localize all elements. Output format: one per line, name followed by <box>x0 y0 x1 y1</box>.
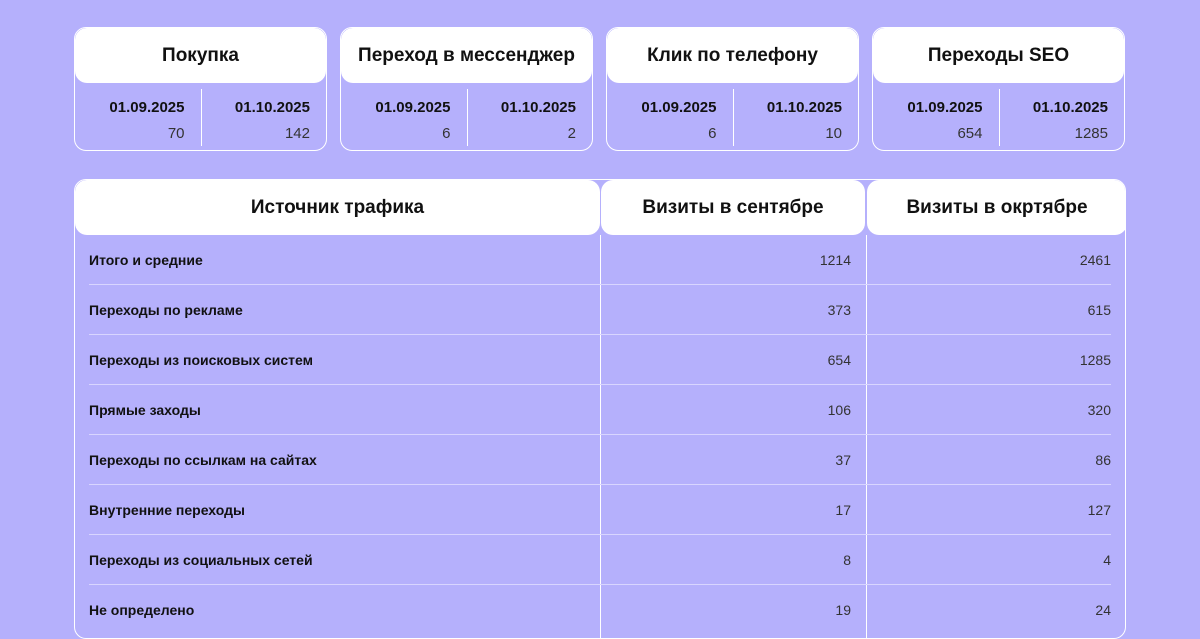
table-row: Прямые заходы 106 320 <box>75 385 1125 435</box>
table-row: Итого и средние 1214 2461 <box>75 235 1125 285</box>
kpi-date: 01.09.2025 <box>907 99 983 116</box>
cell-september: 106 <box>827 402 851 418</box>
traffic-table: Источник трафика Визиты в сентябре Визит… <box>74 179 1126 639</box>
table-row: Переходы из социальных сетей 8 4 <box>75 535 1125 585</box>
kpi-col-sep: 01.09.2025 6 <box>341 83 467 150</box>
kpi-col-oct: 01.10.2025 2 <box>467 83 593 150</box>
kpi-col-sep: 01.09.2025 70 <box>75 83 201 150</box>
kpi-col-sep: 01.09.2025 6 <box>607 83 733 150</box>
kpi-card-title: Покупка <box>75 28 326 83</box>
kpi-card-body: 01.09.2025 70 01.10.2025 142 <box>75 83 326 150</box>
table-row: Переходы по рекламе 373 615 <box>75 285 1125 335</box>
cell-september: 654 <box>827 352 851 368</box>
table-body: Итого и средние 1214 2461 Переходы по ре… <box>75 235 1125 635</box>
cell-september: 17 <box>835 502 851 518</box>
kpi-col-oct: 01.10.2025 1285 <box>999 83 1125 150</box>
cell-october: 4 <box>1103 552 1111 568</box>
cell-source: Переходы из социальных сетей <box>89 552 313 568</box>
cell-october: 24 <box>1095 602 1111 618</box>
kpi-value: 142 <box>284 125 310 142</box>
cell-september: 373 <box>827 302 851 318</box>
kpi-date: 01.10.2025 <box>766 99 842 116</box>
kpi-date: 01.10.2025 <box>500 99 576 116</box>
column-header-september: Визиты в сентябре <box>601 180 865 235</box>
kpi-card-title: Клик по телефону <box>607 28 858 83</box>
table-row: Внутренние переходы 17 127 <box>75 485 1125 535</box>
table-row: Переходы из поисковых систем 654 1285 <box>75 335 1125 385</box>
kpi-value: 654 <box>957 125 983 142</box>
kpi-value: 10 <box>825 125 842 142</box>
cell-october: 127 <box>1087 502 1111 518</box>
cell-source: Прямые заходы <box>89 402 201 418</box>
cell-october: 86 <box>1095 452 1111 468</box>
table-row: Переходы по ссылкам на сайтах 37 86 <box>75 435 1125 485</box>
cell-source: Переходы по ссылкам на сайтах <box>89 452 317 468</box>
cell-october: 615 <box>1087 302 1111 318</box>
kpi-value: 6 <box>442 125 451 142</box>
cell-september: 19 <box>835 602 851 618</box>
kpi-date: 01.09.2025 <box>109 99 185 116</box>
kpi-date: 01.10.2025 <box>234 99 310 116</box>
kpi-col-oct: 01.10.2025 10 <box>733 83 859 150</box>
kpi-date: 01.09.2025 <box>641 99 717 116</box>
cell-september: 8 <box>843 552 851 568</box>
cell-october: 1285 <box>1079 352 1111 368</box>
kpi-card-purchase: Покупка 01.09.2025 70 01.10.2025 142 <box>74 27 327 151</box>
kpi-card-body: 01.09.2025 654 01.10.2025 1285 <box>873 83 1124 150</box>
kpi-date: 01.09.2025 <box>375 99 451 116</box>
kpi-value: 70 <box>167 125 185 142</box>
cell-source: Внутренние переходы <box>89 502 245 518</box>
kpi-col-oct: 01.10.2025 142 <box>201 83 327 150</box>
kpi-card-title: Переходы SEO <box>873 28 1124 83</box>
kpi-card-body: 01.09.2025 6 01.10.2025 2 <box>341 83 592 150</box>
kpi-value: 2 <box>567 125 576 142</box>
kpi-card-messenger: Переход в мессенджер 01.09.2025 6 01.10.… <box>340 27 593 151</box>
column-header-source: Источник трафика <box>75 180 600 235</box>
cell-september: 37 <box>835 452 851 468</box>
kpi-card-phone-click: Клик по телефону 01.09.2025 6 01.10.2025… <box>606 27 859 151</box>
cell-september: 1214 <box>819 252 851 268</box>
cell-source: Итого и средние <box>89 252 203 268</box>
cell-source: Переходы по рекламе <box>89 302 243 318</box>
kpi-col-sep: 01.09.2025 654 <box>873 83 999 150</box>
cell-october: 320 <box>1087 402 1111 418</box>
cell-october: 2461 <box>1079 252 1111 268</box>
cell-source: Не определено <box>89 602 195 618</box>
table-header: Источник трафика Визиты в сентябре Визит… <box>75 180 1125 235</box>
column-header-october: Визиты в окртябре <box>867 180 1125 235</box>
table-row: Не определено 19 24 <box>75 585 1125 635</box>
kpi-date: 01.10.2025 <box>1032 99 1108 116</box>
kpi-card-title: Переход в мессенджер <box>341 28 592 83</box>
kpi-value: 6 <box>708 125 717 142</box>
kpi-card-seo: Переходы SEO 01.09.2025 654 01.10.2025 1… <box>872 27 1125 151</box>
kpi-card-body: 01.09.2025 6 01.10.2025 10 <box>607 83 858 150</box>
kpi-value: 1285 <box>1074 125 1108 142</box>
cell-source: Переходы из поисковых систем <box>89 352 313 368</box>
